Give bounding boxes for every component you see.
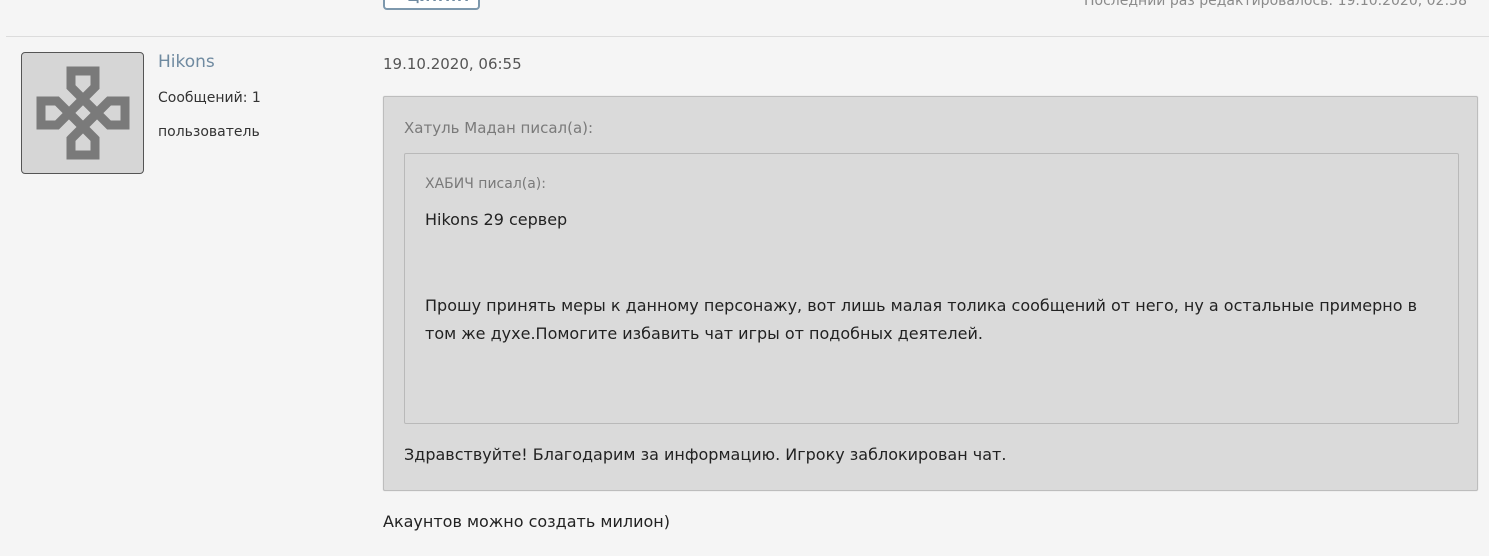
last-edited-note: Последний раз редактировалось: 19.10.202… <box>1084 0 1467 9</box>
quote-author: Хатуль Мадан писал(а): <box>404 119 594 137</box>
nested-quote-author: ХАБИЧ писал(а): <box>425 176 546 192</box>
previous-post-footer: ❝ ЦИТАТА Последний раз редактировалось: … <box>0 0 1489 36</box>
celtic-knot-icon <box>36 66 129 160</box>
post-divider <box>6 36 1489 37</box>
quote-button[interactable]: ❝ ЦИТАТА <box>383 0 481 11</box>
nested-quote-paragraph: Прошу принять меры к данному персонажу, … <box>425 296 1418 343</box>
author-post-count: Сообщений: 1 <box>158 90 261 106</box>
quote-button-label: ЦИТАТА <box>407 0 468 11</box>
quote-mark-icon: ❝ <box>393 0 401 5</box>
author-role: пользователь <box>158 124 260 140</box>
post-body-text: Акаунтов можно создать милион) <box>383 512 670 531</box>
author-username[interactable]: Hikons <box>158 52 215 72</box>
nested-quote-line: Hikons 29 сервер <box>425 210 568 229</box>
avatar[interactable] <box>21 52 144 174</box>
post-date: 19.10.2020, 06:55 <box>383 55 522 73</box>
quote-reply-text: Здравствуйте! Благодарим за информацию. … <box>404 445 1007 464</box>
nested-quote-block: ХАБИЧ писал(а): Hikons 29 сервер Прошу п… <box>404 153 1459 424</box>
quote-block: Хатуль Мадан писал(а): ХАБИЧ писал(а): H… <box>383 96 1478 491</box>
